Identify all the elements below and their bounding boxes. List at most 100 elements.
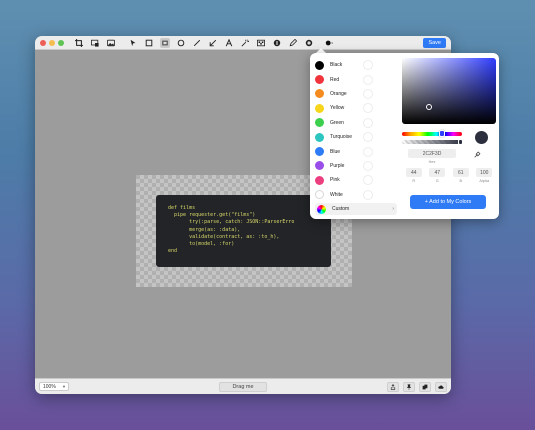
close-button[interactable]: [40, 39, 46, 46]
radio-icon: [363, 103, 373, 114]
g-input[interactable]: 47: [429, 168, 446, 177]
filled-rectangle-icon[interactable]: [160, 37, 170, 48]
color-swatch: [315, 60, 324, 70]
radio-icon: [363, 60, 373, 71]
color-option-turquoise[interactable]: Turquoise: [315, 130, 395, 144]
color-option-red[interactable]: Red: [315, 72, 395, 86]
chevron-down-icon: ▼: [62, 384, 66, 389]
channel-g: 47 G: [429, 168, 446, 183]
hue-handle[interactable]: [439, 130, 445, 137]
color-option-yellow[interactable]: Yellow: [315, 101, 395, 115]
radio-icon: [363, 160, 373, 171]
save-button[interactable]: Save: [423, 38, 446, 48]
eyedropper-icon[interactable]: [474, 151, 481, 158]
copy-icon[interactable]: [419, 382, 431, 392]
code-line: end: [168, 248, 178, 255]
color-preview: [475, 131, 488, 144]
minimize-button[interactable]: [49, 39, 55, 46]
hex-input[interactable]: 2C2F3D: [408, 149, 456, 158]
alpha-handle[interactable]: [458, 139, 463, 145]
color-label: Turquoise: [330, 134, 353, 141]
color-swatch: [315, 190, 324, 200]
magic-icon[interactable]: [240, 38, 250, 48]
alpha-label: Alpha: [479, 179, 490, 183]
color-label: Orange: [330, 90, 347, 97]
image-icon[interactable]: [106, 38, 116, 48]
hue-slider[interactable]: [402, 132, 462, 136]
code-line: merge(as: :data),: [168, 226, 241, 233]
code-line: to(model, :for): [168, 241, 235, 248]
color-option-white[interactable]: White: [315, 188, 395, 202]
color-label: Blue: [330, 148, 341, 155]
bottom-bar: 100% ▼ Drag me: [35, 378, 451, 394]
color-label: Black: [330, 62, 343, 69]
r-label: R: [412, 179, 416, 183]
share-icon[interactable]: [387, 382, 399, 392]
code-snippet[interactable]: def films pipe requester.get("films") tr…: [156, 195, 331, 267]
color-swatch: [315, 161, 324, 171]
alpha-slider[interactable]: [402, 140, 462, 144]
color-option-black[interactable]: Black: [315, 58, 395, 72]
alpha-input[interactable]: 100: [476, 168, 493, 177]
crop-icon[interactable]: [74, 38, 84, 48]
color-label: Green: [330, 119, 344, 126]
chevron-right-icon: ›: [392, 206, 394, 212]
zoom-value: 100%: [43, 383, 56, 390]
r-input[interactable]: 44: [405, 168, 422, 177]
color-label: White: [330, 191, 343, 198]
color-label: Red: [330, 76, 340, 83]
color-option-custom[interactable]: Custom ›: [315, 203, 397, 215]
channel-alpha: 100 Alpha: [476, 168, 493, 183]
circle-icon[interactable]: [176, 38, 186, 48]
drag-button[interactable]: Drag me: [219, 382, 267, 392]
text-icon[interactable]: [224, 38, 234, 48]
cloud-upload-icon[interactable]: [435, 382, 447, 392]
toolbar: Save: [35, 36, 451, 50]
radio-icon: [363, 74, 373, 85]
sv-handle[interactable]: [426, 104, 432, 110]
color-swatch: [315, 147, 324, 157]
code-line: try(:parse, catch: JSON::ParserErro: [168, 219, 295, 226]
counter-icon[interactable]: [272, 38, 282, 48]
arrow-icon[interactable]: [208, 38, 218, 48]
color-label: Yellow: [330, 105, 345, 112]
b-input[interactable]: 61: [452, 168, 469, 177]
image-resize-icon[interactable]: [90, 38, 100, 48]
color-option-pink[interactable]: Pink: [315, 173, 395, 187]
export-actions: [387, 382, 447, 392]
color-picker-trigger[interactable]: [324, 38, 334, 48]
color-label: Purple: [330, 162, 345, 169]
highlighter-icon[interactable]: [304, 38, 314, 48]
color-wheel-icon: [317, 204, 326, 214]
color-picker-popup: Black Red Orange Yellow Green Turquoise: [310, 53, 499, 219]
code-line: def films: [168, 205, 196, 211]
color-swatch: [315, 103, 324, 113]
add-to-my-colors-button[interactable]: + Add to My Colors: [410, 195, 486, 209]
radio-icon: [363, 88, 373, 99]
zoom-select[interactable]: 100% ▼: [39, 382, 69, 391]
custom-color-picker: 2C2F3D Hex 44 R 47 G 61 B 100 Alpha + Ad…: [402, 58, 496, 209]
pen-icon[interactable]: [288, 38, 298, 48]
radio-icon: [363, 175, 373, 186]
zoom-button[interactable]: [58, 39, 64, 46]
color-swatch: [315, 118, 324, 128]
pointer-icon[interactable]: [128, 38, 138, 48]
channel-inputs: 44 R 47 G 61 B 100 Alpha: [402, 168, 496, 183]
color-option-purple[interactable]: Purple: [315, 159, 395, 173]
saturation-brightness-area[interactable]: [402, 58, 496, 124]
custom-label: Custom: [332, 206, 350, 212]
pin-icon[interactable]: [403, 382, 415, 392]
rectangle-icon[interactable]: [144, 38, 154, 48]
pixelate-icon[interactable]: [256, 38, 266, 48]
line-icon[interactable]: [192, 38, 202, 48]
color-option-green[interactable]: Green: [315, 116, 395, 130]
color-swatch: [315, 89, 324, 99]
code-line: validate(contract, as: :to_h),: [168, 233, 280, 240]
color-option-orange[interactable]: Orange: [315, 87, 395, 101]
radio-icon: [363, 146, 373, 157]
g-label: G: [435, 179, 439, 183]
color-option-blue[interactable]: Blue: [315, 144, 395, 158]
color-swatch: [315, 132, 324, 142]
color-swatch: [315, 175, 324, 185]
color-swatch: [315, 75, 324, 85]
